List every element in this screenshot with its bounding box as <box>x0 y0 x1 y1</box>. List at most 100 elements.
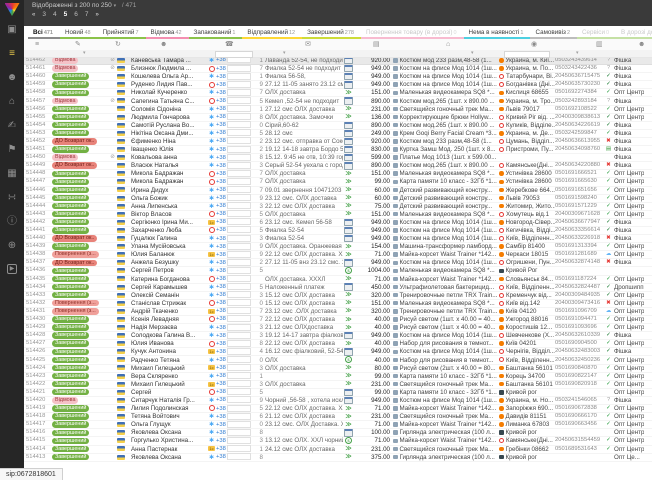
phone-cell[interactable]: +38 <box>216 388 254 396</box>
tab-Прийнятий[interactable]: Прийнятий7 <box>98 29 146 39</box>
table-row[interactable]: 514448 Завершений Микола Бадражан +38 7 … <box>24 170 652 178</box>
table-row[interactable]: 514445 Завершений Ольга Божик ∗ +38 9 23… <box>24 195 652 203</box>
comment[interactable]: 23.12 смс. ОЛХ Доставка. ХХХ... <box>265 421 343 428</box>
tab-В дорозі додому[interactable]: В дорозі додому0 <box>616 29 652 39</box>
comment[interactable]: 23.12 смс .ОЛХ доставка <box>265 308 343 315</box>
video-help-icon[interactable]: ▶ <box>7 264 18 274</box>
product-cell[interactable]: Набор для рисования в темнот... <box>393 340 499 347</box>
comment[interactable]: 15.12 смс ОЛХ доставка <box>265 300 343 307</box>
status-cell[interactable]: Завершений <box>52 73 108 80</box>
tracking-number[interactable]: 20450634220880 <box>555 162 603 169</box>
comment[interactable]: ОЛХ доставка <box>265 381 343 388</box>
comment-filter-caret-icon[interactable]: ▾ <box>283 50 286 57</box>
product-cell[interactable]: Костюм на флисе Мод 1014 (1ш... <box>393 81 499 88</box>
status-cell[interactable]: Завершений <box>52 81 108 88</box>
range-caret-icon[interactable]: ▾ <box>114 3 117 9</box>
comment[interactable]: 27.12 11-05 занято 23.12 смс. ... <box>265 81 343 88</box>
table-row[interactable]: 514433 Завершений Олексій Семанін ∗ +38 … <box>24 292 652 300</box>
customer-name[interactable]: Кошелева Ольга Ар... <box>131 73 207 80</box>
status-cell[interactable]: Завершений <box>52 89 108 96</box>
status-cell[interactable]: Завершений <box>52 170 108 177</box>
comment[interactable]: 15.12. 9:45 не отв, 10:39 горе в... <box>265 154 343 161</box>
table-row[interactable]: 514432 Повернення (з... Станіслав Стрижа… <box>24 300 652 308</box>
tracking-number[interactable]: 0503243439614 <box>555 57 603 64</box>
product-cell[interactable]: Крем Goqi Berry Facial Cream *3... <box>393 130 499 137</box>
phone-cell[interactable]: +38 <box>216 137 254 145</box>
address-column-icon[interactable]: ◉ <box>531 39 537 50</box>
table-row[interactable]: 514431 Повернення (з... Андрій Ткаченко … <box>24 308 652 316</box>
table-row[interactable]: 514449 ДО Возврат ок.. Власюк Наталья ∗ … <box>24 162 652 170</box>
customer-name[interactable]: Іващенко Юлія <box>131 146 207 153</box>
status-cell[interactable]: ДО Возврат ок.. <box>52 162 108 169</box>
status-column-icon[interactable]: ≡ <box>35 39 39 50</box>
product-cell[interactable]: Набор для рисования в темнот... <box>393 357 499 364</box>
product-cell[interactable]: Костюм на флисе Мод 1014 (1ш... <box>393 348 499 355</box>
dashboard-icon[interactable]: ▣ <box>7 24 16 35</box>
tracking-number[interactable]: 0501691598240 <box>555 195 603 202</box>
phone-cell[interactable]: +38 <box>216 129 254 137</box>
table-row[interactable]: 514456 Завершений Соломія Сідоніна ∗ +38… <box>24 106 652 114</box>
product-cell[interactable]: Костюм мод.265 (1шт. х 890.00 ... <box>393 162 499 169</box>
warehouse-icon[interactable]: ⌂ <box>9 96 15 107</box>
phone-cell[interactable]: +38 <box>216 453 254 461</box>
customer-name[interactable]: Михаил Гилецький <box>131 381 207 388</box>
phone-cell[interactable]: +38 <box>216 275 254 283</box>
phone-cell[interactable]: +38 <box>216 372 254 380</box>
page-4[interactable]: 4 <box>53 11 57 18</box>
product-cell[interactable]: Майка-корсет Waist Trainer *142... <box>393 437 499 444</box>
table-row[interactable]: 514440 ДО Возврат ок.. Гуцалюк Галина ∗ … <box>24 235 652 243</box>
tracking-number[interactable]: 20450633356614 <box>555 227 603 234</box>
phone-cell[interactable]: +38 <box>216 445 254 453</box>
table-row[interactable]: 514454 Завершений Самотій Руслана Во... … <box>24 122 652 130</box>
product-cell[interactable]: Карта памяти 10 класс - 32Гб *1... <box>393 178 499 185</box>
phone-cell[interactable]: +38 <box>216 235 254 243</box>
customer-column-icon[interactable]: ☻ <box>160 39 167 50</box>
customer-name[interactable]: Захарченко Люба <box>131 227 207 234</box>
phone-cell[interactable]: +38 <box>216 267 254 275</box>
status-cell[interactable]: Завершений <box>52 348 108 355</box>
status-cell[interactable]: ДО Возврат ок.. <box>52 235 108 242</box>
manager-column-icon[interactable]: ☻ <box>638 39 645 50</box>
customer-name[interactable]: Сергіюнко Ірина Ми... <box>131 219 207 226</box>
comment[interactable]: 27.12 11-05 внз 23.12 смс. 19... <box>265 259 343 266</box>
status-cell[interactable]: Відмова <box>52 57 108 64</box>
table-row[interactable]: 514437 ДО Возврат ок.. Анжела Безушку ∗ … <box>24 259 652 267</box>
tracking-number[interactable]: 20400309671628 <box>555 211 603 218</box>
comment[interactable]: Сірий,60-62 <box>265 122 343 129</box>
table-row[interactable]: 514421 Завершений Сергей +38 5 99.00 Кар… <box>24 389 652 397</box>
tracking-number[interactable]: 0501691666521 <box>555 170 603 177</box>
tracking-number[interactable]: 0503242893184 <box>555 98 603 105</box>
table-row[interactable]: 514425 Завершений Радченко Тетяна ∗ +38 … <box>24 356 652 364</box>
customer-name[interactable]: Вера Скляренко <box>131 373 207 380</box>
product-cell[interactable]: Майка-корсет Waist Trainer *142... <box>393 276 499 283</box>
table-row[interactable]: 514415 Завершений Горгулько Христина... … <box>24 437 652 445</box>
customer-name[interactable]: Гуцалюк Галина <box>131 235 207 242</box>
product-cell[interactable]: Детский развивающий констру... <box>393 195 499 202</box>
tracking-number[interactable]: 20450632874148 <box>555 259 603 266</box>
comment[interactable]: Серый 52-54 уехала с города <box>265 162 343 169</box>
status-cell[interactable]: Завершений <box>52 357 108 364</box>
customer-name[interactable]: Юлия Иванова <box>131 340 207 347</box>
comment[interactable]: ОЛХ доставка <box>265 89 343 96</box>
campaigns-icon[interactable]: ⚑ <box>8 144 17 155</box>
table-row[interactable]: 514451 Завершений Іващенко Юлія ∗ +38 2 … <box>24 146 652 154</box>
phone-cell[interactable]: +38 <box>216 291 254 299</box>
customer-name[interactable]: Ксенія Левадняя <box>131 316 207 323</box>
customer-name[interactable]: Сергей Петров <box>131 267 207 274</box>
status-cell[interactable]: Відмова <box>52 65 108 72</box>
tracking-number[interactable]: 20400309838613 <box>555 114 603 121</box>
customer-name[interactable]: Каневська Тамара ... <box>131 57 207 64</box>
product-cell[interactable]: Майка-корсет Waist Trainer *142... <box>393 251 499 258</box>
status-cell[interactable]: Повернення (з... <box>52 251 108 258</box>
phone-column-icon[interactable]: ☎ <box>225 39 234 50</box>
phone-cell[interactable]: +38 <box>216 194 254 202</box>
status-cell[interactable]: Завершений <box>52 106 108 113</box>
tracking-number[interactable]: 0501691281689 <box>555 251 603 258</box>
product-cell[interactable]: Карта памяти 10 класс - 32Гб *1... <box>393 373 499 380</box>
tracking-number[interactable]: 0503241546065 <box>555 397 603 404</box>
last-page-icon[interactable]: » <box>95 12 98 18</box>
status-cell[interactable]: ДО Возврат ок.. <box>52 259 108 266</box>
product-cell[interactable]: Маленькая видеокамера SQ8 *... <box>393 170 499 177</box>
customer-name[interactable]: Анна Пастернак <box>131 446 207 453</box>
product-cell[interactable]: Костюм мод 233 разм,48-58 (1... <box>393 57 499 64</box>
